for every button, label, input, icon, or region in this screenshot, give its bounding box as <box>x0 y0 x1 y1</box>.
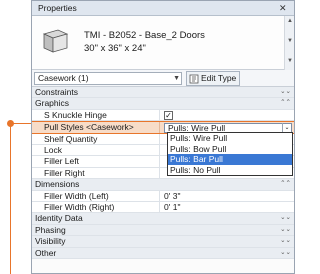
type-size: 30" x 36" x 24" <box>84 43 146 54</box>
property-row: Filler Width (Right) 0' 1" <box>32 202 294 214</box>
expand-icon[interactable]: ⌄⌄ <box>280 225 291 235</box>
scroll-up-icon[interactable]: ▲ <box>287 18 293 24</box>
property-value[interactable]: 0' 1" <box>160 202 294 212</box>
category-other[interactable]: Other ⌄⌄ <box>32 247 294 259</box>
knuckle-hinge-checkbox[interactable]: ✓ <box>164 110 173 120</box>
panel-title: Properties <box>38 3 77 13</box>
category-identity-data[interactable]: Identity Data ⌄⌄ <box>32 213 294 225</box>
expand-icon[interactable]: ⌄⌄ <box>280 248 291 258</box>
category-label: Dimensions <box>35 179 80 190</box>
pull-style-options-list[interactable]: Pulls: Wire Pull Pulls: Bow Pull Pulls: … <box>167 132 293 176</box>
property-label: Filler Width (Left) <box>32 190 160 202</box>
option-bar-pull[interactable]: Pulls: Bar Pull <box>168 154 292 165</box>
instance-filter-dropdown[interactable]: Casework (1) ▼ <box>34 72 182 85</box>
category-graphics[interactable]: Graphics ⌃⌃ <box>32 98 294 110</box>
chevron-down-icon: ▼ <box>173 75 180 82</box>
category-label: Constraints <box>35 87 78 97</box>
property-row: Filler Width (Left) 0' 3" <box>32 190 294 203</box>
category-constraints[interactable]: Constraints ⌄⌄ <box>32 87 294 99</box>
callout-connector <box>13 123 33 125</box>
scroll-down-icon[interactable]: ▼ <box>287 58 293 64</box>
property-label: Filler Left <box>32 156 160 167</box>
instance-filter-value: Casework (1) <box>38 73 89 83</box>
expand-icon[interactable]: ⌄⌄ <box>280 213 291 223</box>
expand-icon[interactable]: ⌄⌄ <box>280 87 291 97</box>
category-label: Identity Data <box>35 213 83 224</box>
category-label: Visibility <box>35 236 66 247</box>
instance-row: Casework (1) ▼ Edit Type <box>32 70 294 87</box>
edit-type-button[interactable]: Edit Type <box>186 71 241 86</box>
category-label: Phasing <box>35 224 66 235</box>
property-label: S Knuckle Hinge <box>32 109 160 121</box>
property-label: Shelf Quantity <box>32 133 160 145</box>
category-label: Graphics <box>35 98 70 109</box>
property-value: ✓ <box>160 110 294 120</box>
edit-type-label: Edit Type <box>201 73 237 83</box>
option-wire-pull[interactable]: Pulls: Wire Pull <box>168 133 292 144</box>
cabinet-icon <box>42 29 69 53</box>
property-label: Filler Width (Right) <box>32 202 160 213</box>
type-selector[interactable]: TMI - B2052 - Base_2 Doors 30" x 36" x 2… <box>32 16 294 70</box>
option-bow-pull[interactable]: Pulls: Bow Pull <box>168 144 292 155</box>
property-label: Filler Right <box>32 167 160 179</box>
property-label: Pull Styles <Casework> <box>32 122 160 133</box>
close-icon[interactable]: ✕ <box>279 4 288 13</box>
edit-type-icon <box>189 74 199 83</box>
type-name: TMI - B2052 - Base_2 Doors <box>84 30 205 41</box>
property-value[interactable]: 0' 3" <box>160 191 294 201</box>
panel-titlebar: Properties ✕ <box>32 1 294 16</box>
collapse-icon[interactable]: ⌃⌃ <box>280 98 291 108</box>
scroll-mid-icon[interactable]: ▼ <box>287 38 293 44</box>
type-scrollbar[interactable]: ▲ ▼ ▼ <box>284 16 294 70</box>
option-no-pull[interactable]: Pulls: No Pull <box>168 165 292 176</box>
category-phasing[interactable]: Phasing ⌄⌄ <box>32 224 294 237</box>
category-dimensions[interactable]: Dimensions ⌃⌃ <box>32 179 294 191</box>
expand-icon[interactable]: ⌄⌄ <box>280 236 291 246</box>
property-label: Lock <box>32 145 160 156</box>
property-row: S Knuckle Hinge ✓ <box>32 109 294 122</box>
category-visibility[interactable]: Visibility ⌄⌄ <box>32 236 294 248</box>
callout-line <box>10 125 12 274</box>
category-label: Other <box>35 247 57 258</box>
collapse-icon[interactable]: ⌃⌃ <box>280 179 291 189</box>
